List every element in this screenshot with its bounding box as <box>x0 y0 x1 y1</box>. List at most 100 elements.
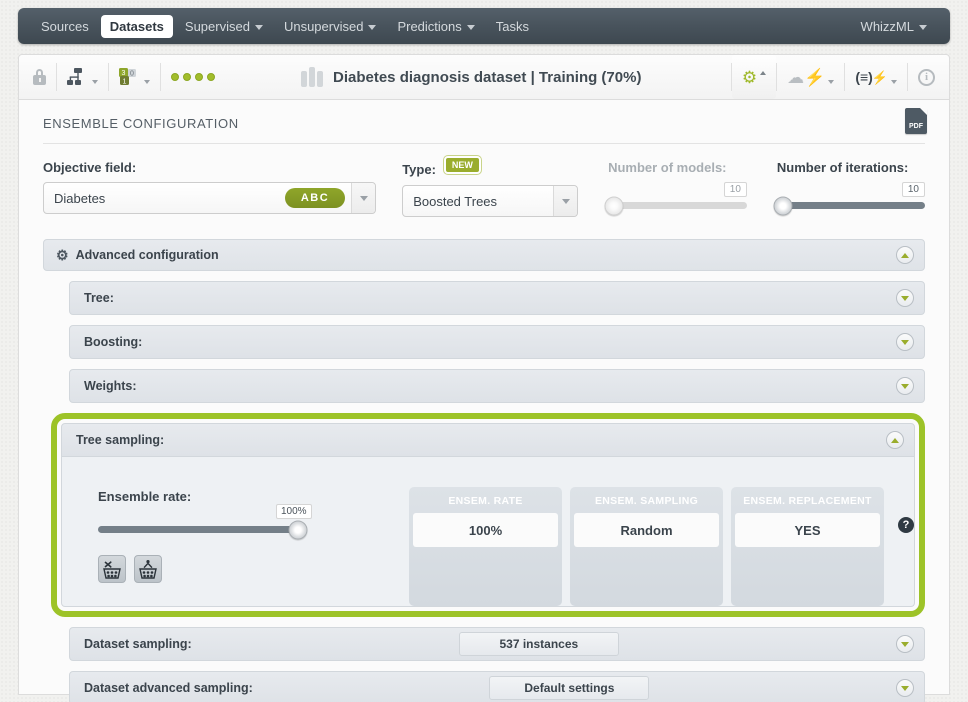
section-tree-sampling-header[interactable]: Tree sampling: <box>61 423 915 457</box>
section-label: Dataset sampling: <box>84 637 192 651</box>
section-label: Boosting: <box>84 335 143 349</box>
configuration-fields: Objective field: Diabetes ABC Type: NEW … <box>19 144 949 217</box>
nav-item-tasks[interactable]: Tasks <box>487 15 538 38</box>
ensemble-configuration-panel: PDF ENSEMBLE CONFIGURATION Objective fie… <box>18 100 950 702</box>
advanced-configuration: ⚙ Advanced configuration Tree: Boosting: <box>43 239 925 702</box>
help-icon[interactable]: ? <box>898 517 914 533</box>
section-label: Dataset advanced sampling: <box>84 681 253 695</box>
section-label: Weights: <box>84 379 137 393</box>
field-types-button[interactable]: 3 0 1 <box>109 55 160 99</box>
batch-script-button[interactable]: (≡) ⚡ <box>845 55 907 99</box>
slider-track[interactable] <box>773 196 925 215</box>
random-sampling-button[interactable] <box>98 555 126 583</box>
batch-script-icon: (≡) <box>855 69 873 85</box>
toolbar-actions: ⚙ ☁⚡ (≡) ⚡ i <box>730 55 945 99</box>
stat-card-ensem-replacement: ENSEM. REPLACEMENT YES <box>731 487 884 606</box>
page-root: Sources Datasets Supervised Unsupervised… <box>0 0 968 702</box>
model-tree-button[interactable] <box>57 55 108 99</box>
nav-item-datasets[interactable]: Datasets <box>100 14 173 38</box>
chevron-down-icon <box>891 80 897 84</box>
chevron-down-icon <box>359 195 368 201</box>
nav-item-whizzml[interactable]: WhizzML <box>852 15 936 38</box>
slider-knob[interactable] <box>773 196 793 215</box>
type-select[interactable]: Boosted Trees <box>402 185 579 217</box>
number-of-models-label: Number of models: <box>608 160 727 175</box>
section-dataset-sampling[interactable]: Dataset sampling: 537 instances <box>69 627 925 661</box>
collapse-button[interactable] <box>896 246 914 264</box>
info-button[interactable]: i <box>908 55 945 99</box>
field-type-badge: ABC <box>284 188 346 208</box>
slider-track[interactable] <box>98 520 308 539</box>
chevron-down-icon <box>254 24 263 30</box>
expand-button[interactable] <box>895 635 914 653</box>
section-weights[interactable]: Weights: <box>69 369 925 403</box>
triangle-down-icon <box>901 295 909 301</box>
lock-button[interactable] <box>23 55 56 99</box>
number-of-iterations-label: Number of iterations: <box>776 160 909 175</box>
panel-title: ENSEMBLE CONFIGURATION <box>43 116 239 131</box>
section-tree[interactable]: Tree: <box>69 281 925 315</box>
objective-field-select[interactable]: Diabetes ABC <box>43 182 377 214</box>
slider-track[interactable] <box>604 196 747 215</box>
stat-value: Random <box>574 513 719 547</box>
triangle-down-icon <box>900 641 909 647</box>
nav-label: Tasks <box>495 18 529 34</box>
field-types-icon: 3 0 1 <box>119 68 136 85</box>
nav-label: Unsupervised <box>283 18 364 34</box>
status-dot <box>183 73 191 81</box>
nav-label: Predictions <box>397 18 462 34</box>
dataset-title-group: Diabetes diagnosis dataset | Training (7… <box>291 55 651 99</box>
expand-button[interactable] <box>896 377 914 395</box>
type-value: Boosted Trees <box>413 193 498 209</box>
expand-button[interactable] <box>896 679 914 697</box>
info-icon: i <box>918 68 935 86</box>
pdf-export-button[interactable]: PDF <box>905 108 927 134</box>
deterministic-sampling-button[interactable] <box>134 555 162 583</box>
expand-button[interactable] <box>896 289 914 307</box>
dataset-sampling-pill[interactable]: 537 instances <box>458 632 619 656</box>
svg-text:3: 3 <box>122 70 126 77</box>
number-of-iterations-slider[interactable]: 10 <box>773 182 925 215</box>
chevron-down-icon <box>92 80 98 84</box>
advanced-configuration-header[interactable]: ⚙ Advanced configuration <box>43 239 925 271</box>
flash-cloud-icon: ☁⚡ <box>787 67 826 87</box>
triangle-down-icon <box>901 685 909 691</box>
stat-header: ENSEM. RATE <box>448 495 523 507</box>
nav-item-predictions[interactable]: Predictions <box>388 15 483 38</box>
dataset-advanced-sampling-pill[interactable]: Default settings <box>489 676 650 700</box>
section-boosting[interactable]: Boosting: <box>69 325 925 359</box>
nav-item-unsupervised[interactable]: Unsupervised <box>275 15 386 38</box>
dropdown-arrow-button[interactable] <box>553 186 578 216</box>
page-title: Diabetes diagnosis dataset | Training (7… <box>333 68 642 86</box>
sampling-mode-buttons <box>98 555 409 583</box>
collapse-button[interactable] <box>886 431 904 449</box>
nav-label: Sources <box>41 18 89 34</box>
dropdown-arrow-button[interactable] <box>351 183 376 213</box>
status-dot <box>207 73 215 81</box>
chevron-down-icon <box>368 24 377 30</box>
objective-field-group: Objective field: Diabetes ABC <box>43 160 377 217</box>
stat-value: 100% <box>413 513 558 547</box>
status-dots <box>161 55 225 99</box>
flash-cloud-button[interactable]: ☁⚡ <box>777 55 844 99</box>
lock-icon <box>33 69 46 85</box>
chevron-down-icon <box>828 80 835 84</box>
configure-gear-button[interactable]: ⚙ <box>731 55 777 99</box>
status-dot <box>171 73 179 81</box>
main-navbar: Sources Datasets Supervised Unsupervised… <box>18 8 950 44</box>
expand-button[interactable] <box>896 333 914 351</box>
section-label: Tree sampling: <box>76 433 165 447</box>
number-of-models-slider[interactable]: 10 <box>604 182 747 215</box>
nav-item-sources[interactable]: Sources <box>32 15 98 38</box>
gears-icon: ⚙ <box>56 246 69 263</box>
type-label-text: Type: <box>402 161 436 177</box>
section-dataset-advanced-sampling[interactable]: Dataset advanced sampling: Default setti… <box>69 671 925 702</box>
deterministic-sampling-icon <box>139 560 157 579</box>
slider-knob[interactable] <box>604 196 624 215</box>
triangle-down-icon <box>901 383 909 389</box>
ensemble-rate-slider[interactable]: 100% <box>98 504 312 539</box>
slider-knob[interactable] <box>288 520 308 539</box>
ensemble-summary-cards: ENSEM. RATE 100% ENSEM. SAMPLING Random … <box>409 457 914 606</box>
nav-item-supervised[interactable]: Supervised <box>176 15 272 38</box>
chevron-down-icon <box>466 24 475 30</box>
